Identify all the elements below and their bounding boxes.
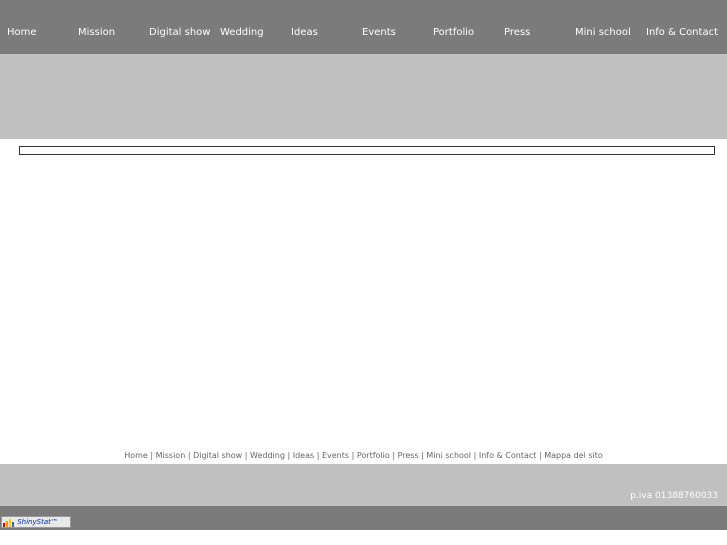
nav-press[interactable]: Press xyxy=(504,27,530,38)
nav-home[interactable]: Home xyxy=(7,27,37,38)
footer-link-sitemap[interactable]: Mappa del sito xyxy=(544,451,603,460)
footer-link-wedding[interactable]: Wedding xyxy=(250,451,285,460)
footer-link-mini-school[interactable]: Mini school xyxy=(426,451,471,460)
nav-wedding[interactable]: Wedding xyxy=(220,27,264,38)
header-banner xyxy=(0,54,727,139)
vat-number: p.iva 01388760033 xyxy=(630,491,718,501)
content-frame xyxy=(19,146,715,155)
footer-link-bar: Home | Mission | Digital show | Wedding … xyxy=(0,451,727,460)
footer-link-info-contact[interactable]: Info & Contact xyxy=(479,451,537,460)
footer-link-press[interactable]: Press xyxy=(398,451,419,460)
nav-portfolio[interactable]: Portfolio xyxy=(433,27,474,38)
shinystat-badge[interactable]: ShinyStat™ xyxy=(1,516,71,528)
footer-link-mission[interactable]: Mission xyxy=(156,451,186,460)
footer-link-ideas[interactable]: Ideas xyxy=(293,451,314,460)
nav-ideas[interactable]: Ideas xyxy=(291,27,318,38)
nav-mini-school[interactable]: Mini school xyxy=(575,27,631,38)
bottom-bar xyxy=(0,506,727,530)
footer-link-events[interactable]: Events xyxy=(322,451,349,460)
nav-digital-show[interactable]: Digital show xyxy=(149,27,210,38)
page-bottom-blank xyxy=(0,530,727,545)
footer-link-digital-show[interactable]: Digital show xyxy=(193,451,242,460)
top-navigation: Home Mission Digital show Wedding Ideas … xyxy=(0,0,727,54)
footer-link-home[interactable]: Home xyxy=(124,451,148,460)
footer-band xyxy=(0,464,727,506)
nav-info-contact[interactable]: Info & Contact xyxy=(646,27,718,38)
stats-bars-icon xyxy=(3,517,15,527)
nav-mission[interactable]: Mission xyxy=(78,27,115,38)
nav-events[interactable]: Events xyxy=(362,27,396,38)
footer-link-portfolio[interactable]: Portfolio xyxy=(357,451,390,460)
shinystat-label: ShinyStat™ xyxy=(17,518,58,526)
